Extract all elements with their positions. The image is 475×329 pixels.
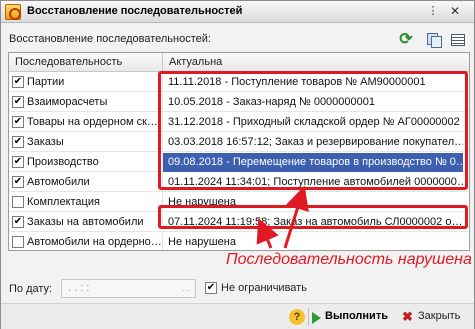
run-button[interactable]: Выполнить bbox=[312, 308, 394, 327]
help-icon[interactable]: ? bbox=[289, 309, 305, 325]
bottom-command-bar: ? Выполнить ✖ Закрыть bbox=[1, 303, 474, 329]
divider bbox=[308, 308, 309, 326]
date-input[interactable]: . . : : bbox=[61, 279, 196, 298]
no-limit-label: Не ограничивать bbox=[221, 282, 307, 294]
date-picker-icon[interactable]: … bbox=[177, 280, 195, 297]
run-button-label: Выполнить bbox=[325, 310, 388, 322]
close-icon: ✖ bbox=[402, 309, 413, 324]
close-button-label: Закрыть bbox=[418, 310, 461, 322]
date-filter-label: По дату: bbox=[9, 283, 53, 295]
no-limit-checkbox[interactable]: ✔ bbox=[205, 282, 217, 294]
play-icon bbox=[312, 312, 321, 324]
dialog-window: Восстановление последовательностей ⋮ ✕ В… bbox=[0, 0, 475, 329]
close-button[interactable]: ✖ Закрыть bbox=[400, 308, 472, 327]
violation-annotation-text: Последовательность нарушена bbox=[226, 251, 472, 268]
